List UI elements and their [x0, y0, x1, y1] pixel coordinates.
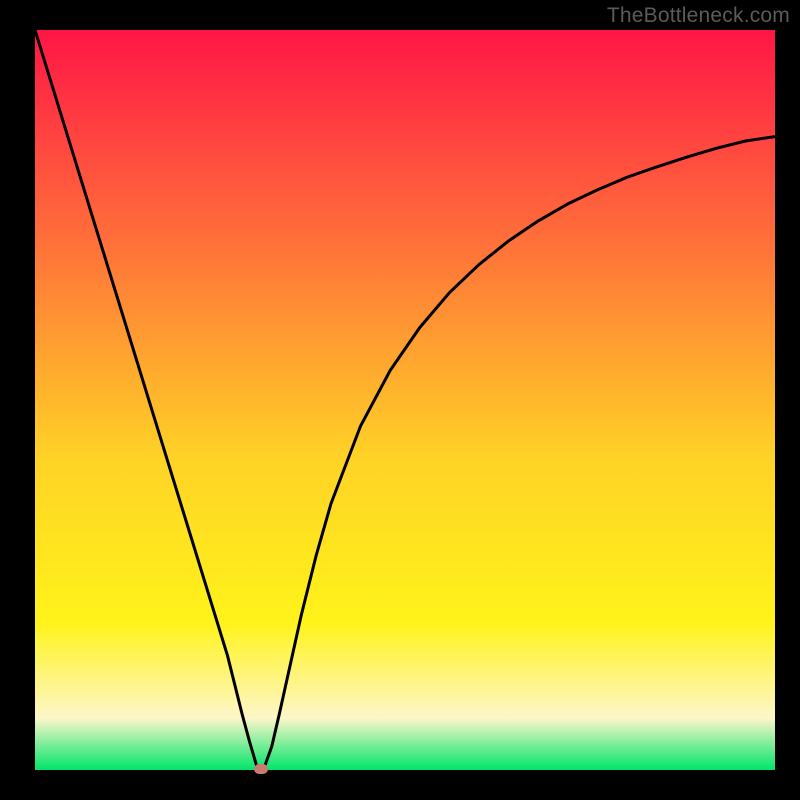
plot-area — [35, 30, 775, 770]
watermark-text: TheBottleneck.com — [607, 4, 790, 28]
plot-svg — [35, 30, 775, 770]
chart-container: TheBottleneck.com — [0, 0, 800, 800]
optimal-point-marker — [254, 764, 268, 774]
gradient-background — [35, 30, 775, 770]
